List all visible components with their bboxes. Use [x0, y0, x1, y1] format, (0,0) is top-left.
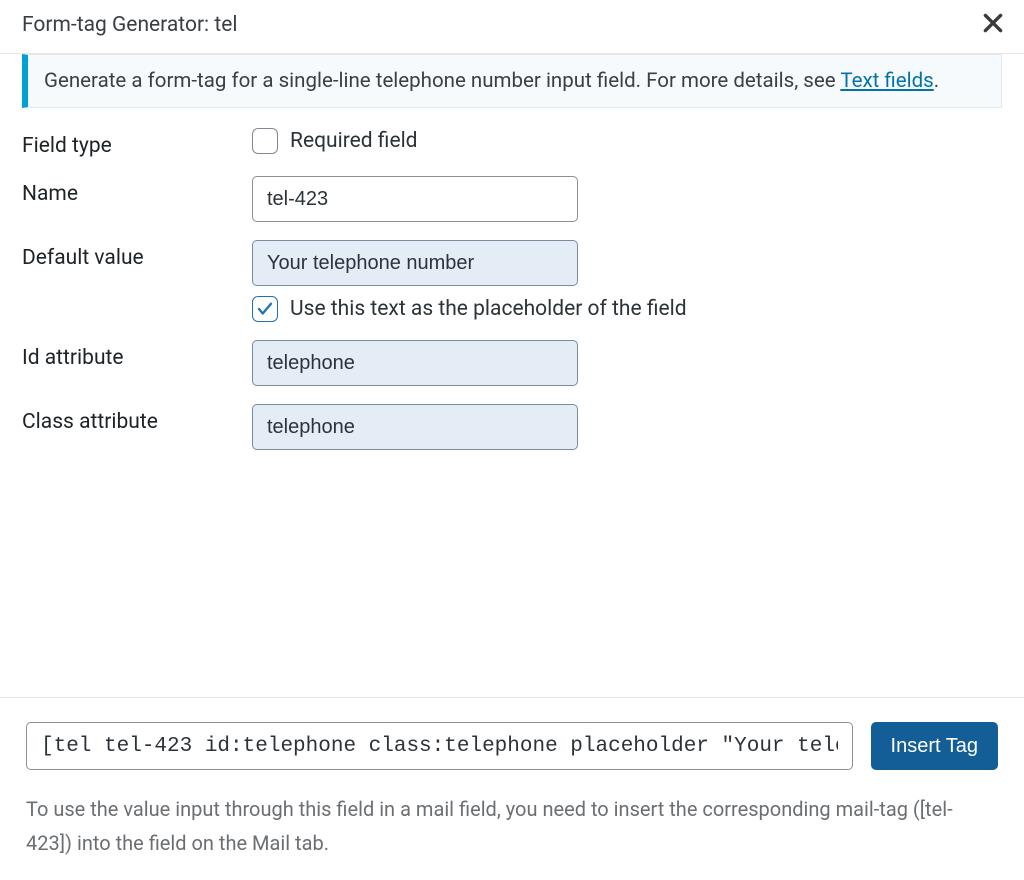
default-value-input[interactable]: [252, 240, 578, 286]
row-field-type: Field type Required field: [22, 128, 1002, 158]
label-name: Name: [22, 176, 252, 206]
generated-tag-output[interactable]: [26, 722, 853, 770]
row-id-attr: Id attribute: [22, 340, 1002, 386]
close-icon[interactable]: [980, 10, 1006, 41]
label-id-attr: Id attribute: [22, 340, 252, 370]
row-default-value: Default value Use this text as the place…: [22, 240, 1002, 322]
banner-text-after: .: [934, 69, 939, 93]
label-default-value: Default value: [22, 240, 252, 270]
name-input[interactable]: [252, 176, 578, 222]
label-class-attr: Class attribute: [22, 404, 252, 434]
required-label: Required field: [290, 129, 418, 153]
footer-help-text: To use the value input through this fiel…: [26, 792, 998, 860]
insert-tag-button[interactable]: Insert Tag: [871, 722, 998, 770]
row-class-attr: Class attribute: [22, 404, 1002, 450]
dialog-header: Form-tag Generator: tel: [0, 0, 1024, 54]
banner-text: Generate a form-tag for a single-line te…: [44, 69, 840, 93]
placeholder-checkbox[interactable]: [252, 296, 278, 322]
id-attr-input[interactable]: [252, 340, 578, 386]
form-tag-generator-dialog: Form-tag Generator: tel Generate a form-…: [0, 0, 1024, 880]
placeholder-label: Use this text as the placeholder of the …: [290, 297, 687, 321]
info-banner: Generate a form-tag for a single-line te…: [22, 54, 1002, 108]
row-name: Name: [22, 176, 1002, 222]
help-after: ) into the field on the Mail tab.: [65, 831, 329, 855]
required-checkbox[interactable]: [252, 128, 278, 154]
class-attr-input[interactable]: [252, 404, 578, 450]
dialog-footer: Insert Tag To use the value input throug…: [0, 697, 1024, 880]
dialog-title: Form-tag Generator: tel: [22, 13, 237, 38]
form-table: Field type Required field Name D: [22, 128, 1002, 450]
required-field-option[interactable]: Required field: [252, 128, 1002, 154]
help-before: To use the value input through this fiel…: [26, 797, 920, 821]
text-fields-link[interactable]: Text fields: [840, 69, 933, 93]
dialog-body: Generate a form-tag for a single-line te…: [0, 54, 1024, 697]
placeholder-option[interactable]: Use this text as the placeholder of the …: [252, 296, 1002, 322]
label-field-type: Field type: [22, 128, 252, 158]
tag-row: Insert Tag: [26, 722, 998, 770]
